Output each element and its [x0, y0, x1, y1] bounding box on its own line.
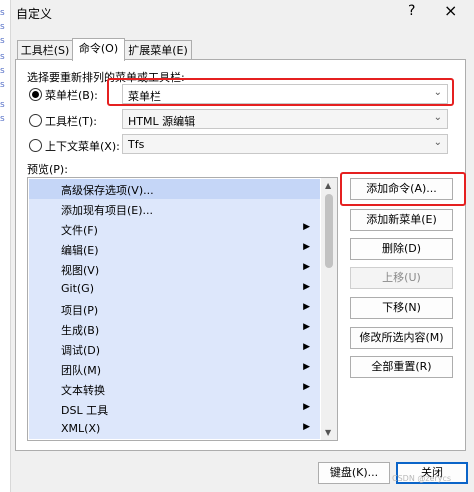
- list-item[interactable]: DSL 工具 ▶: [29, 399, 320, 419]
- background-text: s: [0, 100, 5, 110]
- watermark-text: CSDN @zerycs: [392, 474, 452, 483]
- submenu-arrow-icon: ▶: [303, 262, 310, 272]
- add-new-menu-button[interactable]: 添加新菜单(E): [350, 209, 453, 231]
- list-item-label: 添加现有项目(E)...: [61, 204, 154, 217]
- list-item-label: 生成(B): [61, 324, 100, 337]
- submenu-arrow-icon: ▶: [303, 362, 310, 372]
- list-item[interactable]: 生成(B) ▶: [29, 319, 320, 339]
- reset-all-button[interactable]: 全部重置(R): [350, 356, 453, 378]
- context-menu-radio[interactable]: [29, 139, 42, 152]
- list-item[interactable]: 视图(V) ▶: [29, 259, 320, 279]
- list-item-label: Git(G): [61, 282, 94, 295]
- preview-label: 预览(P):: [27, 163, 68, 176]
- highlight-box: [340, 172, 466, 206]
- chevron-down-icon: ⌄: [433, 112, 442, 123]
- background-text: s: [0, 80, 5, 90]
- submenu-arrow-icon: ▶: [303, 302, 310, 312]
- list-item-label: 文件(F): [61, 224, 98, 237]
- submenu-arrow-icon: ▶: [303, 322, 310, 332]
- list-item[interactable]: 高级保存选项(V)...: [29, 179, 320, 199]
- list-item-label: DSL 工具: [61, 404, 109, 417]
- tab-extension-menus[interactable]: 扩展菜单(E): [124, 40, 192, 61]
- highlight-box: [107, 78, 454, 106]
- submenu-arrow-icon: ▶: [303, 402, 310, 412]
- keyboard-button[interactable]: 键盘(K)...: [318, 462, 390, 484]
- list-item-label: 团队(M): [61, 364, 102, 377]
- context-menu-select-value: Tfs: [128, 138, 145, 151]
- menubar-radio-label: 菜单栏(B):: [45, 89, 98, 102]
- toolbar-radio[interactable]: [29, 114, 42, 127]
- toolbar-select-value: HTML 源编辑: [128, 115, 196, 128]
- list-item-label: 文本转换: [61, 384, 105, 397]
- list-item[interactable]: 团队(M) ▶: [29, 359, 320, 379]
- scroll-down-icon[interactable]: ▼: [325, 428, 331, 437]
- list-item-label: 调试(D): [61, 344, 101, 357]
- help-icon[interactable]: ?: [408, 3, 415, 19]
- list-item[interactable]: 文本转换 ▶: [29, 379, 320, 399]
- modify-selection-button[interactable]: 修改所选内容(M): [350, 327, 453, 349]
- list-item-label: 高级保存选项(V)...: [61, 184, 154, 197]
- list-item[interactable]: 项目(P) ▶: [29, 299, 320, 319]
- submenu-arrow-icon: ▶: [303, 342, 310, 352]
- background-text: s: [0, 52, 5, 62]
- submenu-arrow-icon: ▶: [303, 282, 310, 292]
- background-text: s: [0, 114, 5, 124]
- list-item-label: 编辑(E): [61, 244, 99, 257]
- list-item-label: 视图(V): [61, 264, 100, 277]
- list-item[interactable]: 文件(F) ▶: [29, 219, 320, 239]
- background-text: s: [0, 22, 5, 32]
- list-item-label: 项目(P): [61, 304, 99, 317]
- preview-list[interactable]: 高级保存选项(V)... 添加现有项目(E)... 文件(F) ▶ 编辑(E) …: [27, 177, 338, 441]
- context-menu-radio-label: 上下文菜单(X):: [45, 140, 120, 153]
- list-item[interactable]: Git(G) ▶: [29, 279, 320, 299]
- scroll-up-icon[interactable]: ▲: [325, 181, 331, 190]
- close-icon[interactable]: ×: [444, 1, 457, 20]
- move-up-button[interactable]: 上移(U): [350, 267, 453, 289]
- list-item[interactable]: 编辑(E) ▶: [29, 239, 320, 259]
- background-text: s: [0, 66, 5, 76]
- menubar-radio[interactable]: [29, 88, 42, 101]
- list-item[interactable]: 添加现有项目(E)...: [29, 199, 320, 219]
- dialog-title: 自定义: [16, 7, 53, 21]
- toolbar-radio-label: 工具栏(T):: [45, 115, 98, 128]
- list-item-label: XML(X): [61, 422, 101, 435]
- background-text: s: [0, 36, 5, 46]
- submenu-arrow-icon: ▶: [303, 382, 310, 392]
- list-item[interactable]: 调试(D) ▶: [29, 339, 320, 359]
- toolbar-select[interactable]: HTML 源编辑 ⌄: [122, 109, 448, 129]
- tab-toolbars[interactable]: 工具栏(S): [17, 40, 73, 61]
- submenu-arrow-icon: ▶: [303, 222, 310, 232]
- move-down-button[interactable]: 下移(N): [350, 297, 453, 319]
- submenu-arrow-icon: ▶: [303, 242, 310, 252]
- context-menu-select[interactable]: Tfs ⌄: [122, 134, 448, 154]
- background-window-edge: s s s s s s s s: [0, 0, 11, 492]
- chevron-down-icon: ⌄: [433, 137, 442, 148]
- list-item[interactable]: XML(X) ▶: [29, 419, 320, 439]
- tab-commands[interactable]: 命令(O): [72, 38, 125, 61]
- list-scrollbar[interactable]: ▲ ▼: [321, 178, 337, 440]
- submenu-arrow-icon: ▶: [303, 422, 310, 432]
- background-text: s: [0, 8, 5, 18]
- delete-button[interactable]: 删除(D): [350, 238, 453, 260]
- scrollbar-thumb[interactable]: [325, 194, 333, 268]
